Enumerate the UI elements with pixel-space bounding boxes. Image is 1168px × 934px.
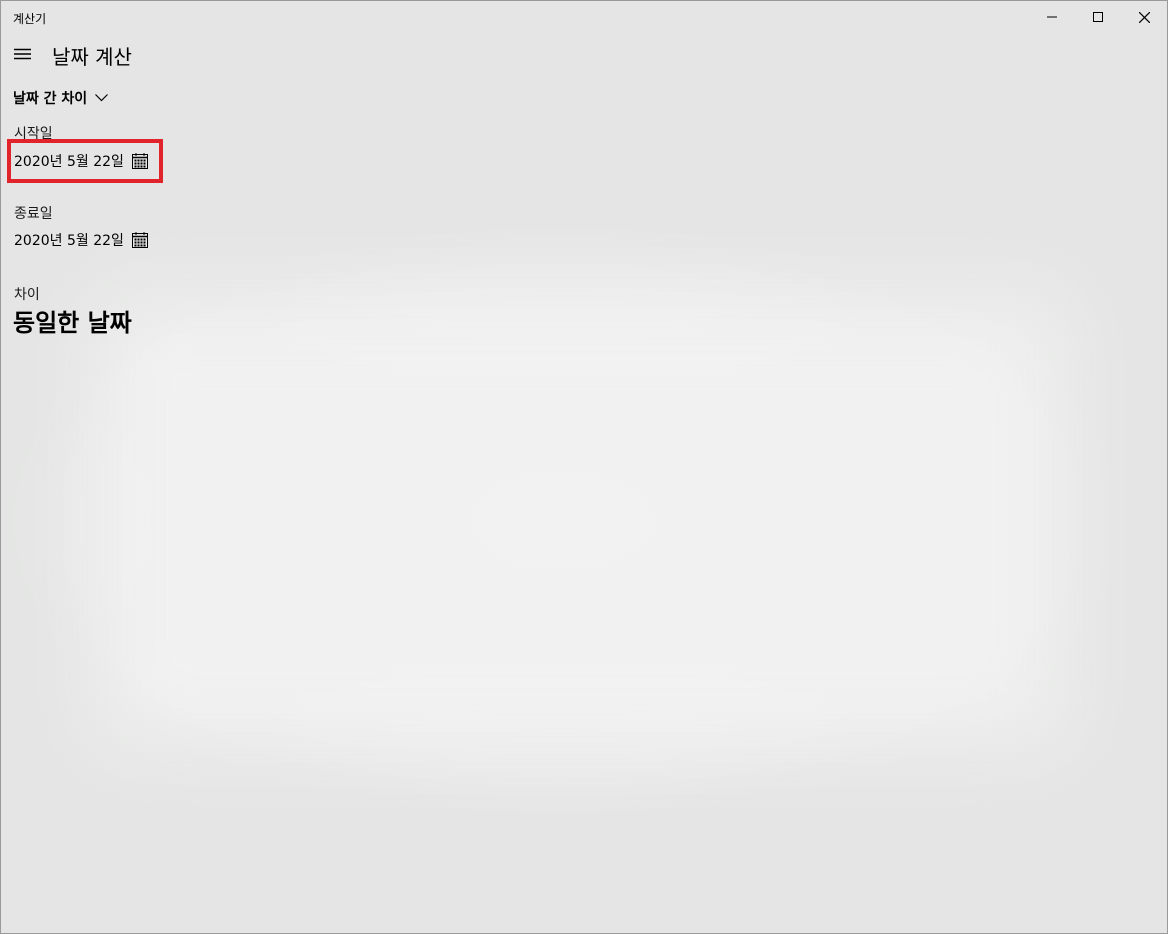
minimize-icon <box>1047 16 1057 18</box>
page-title: 날짜 계산 <box>52 45 132 69</box>
calendar-icon <box>131 232 148 248</box>
maximize-icon <box>1093 12 1103 22</box>
header: 날짜 계산 <box>1 33 1167 77</box>
end-date-label: 종료일 <box>14 206 53 222</box>
difference-label: 차이 <box>14 287 40 303</box>
calculator-window: 계산기 날짜 계산 날짜 간 차이 시작일 2020년 5월 22일 종료일 2… <box>0 0 1168 934</box>
calculation-mode-dropdown[interactable]: 날짜 간 차이 <box>13 87 109 109</box>
mode-selected-label: 날짜 간 차이 <box>13 91 88 107</box>
end-date-value: 2020년 5월 22일 <box>14 233 124 249</box>
hamburger-icon <box>13 48 31 60</box>
background-glow <box>101 301 1061 741</box>
navigation-menu-button[interactable] <box>5 37 39 71</box>
start-date-value: 2020년 5월 22일 <box>14 154 124 170</box>
close-icon <box>1138 11 1150 23</box>
minimize-button[interactable] <box>1029 1 1075 33</box>
app-title: 계산기 <box>13 12 47 26</box>
close-button[interactable] <box>1121 1 1167 33</box>
maximize-button[interactable] <box>1075 1 1121 33</box>
chevron-down-icon <box>95 94 109 102</box>
calendar-icon <box>131 153 148 169</box>
end-date-picker[interactable]: 2020년 5월 22일 <box>7 221 158 259</box>
start-date-picker[interactable]: 2020년 5월 22일 <box>7 139 163 183</box>
title-bar[interactable]: 계산기 <box>1 1 1167 33</box>
difference-value: 동일한 날짜 <box>13 309 132 337</box>
